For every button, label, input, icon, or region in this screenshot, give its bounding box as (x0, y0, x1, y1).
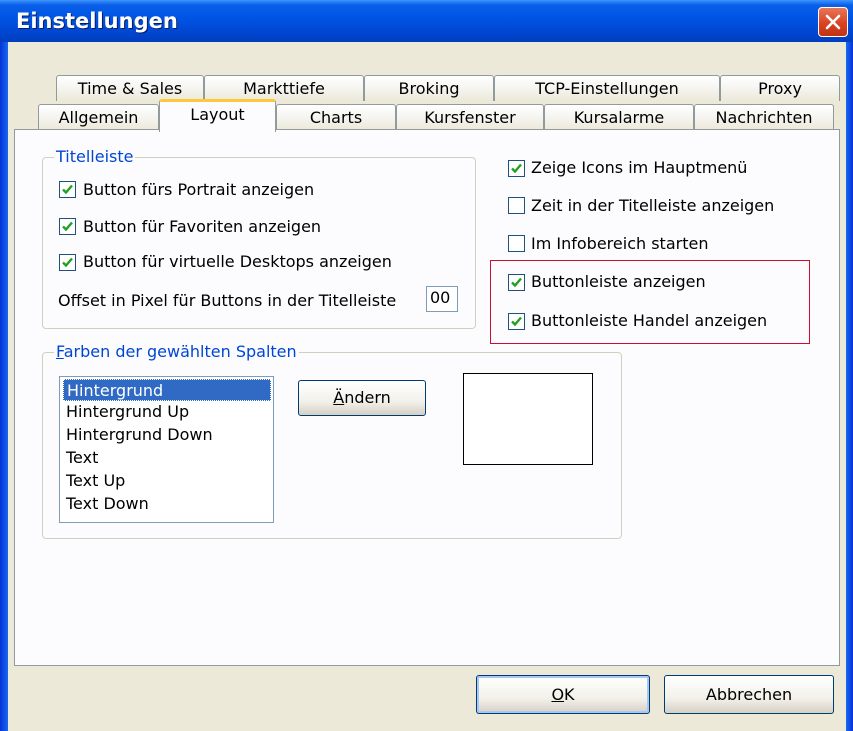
tab-kursalarme[interactable]: Kursalarme (544, 104, 694, 130)
tab-label: Time & Sales (77, 79, 183, 98)
icons-hauptmenu-checkbox[interactable] (508, 160, 525, 177)
tab-kursfenster[interactable]: Kursfenster (396, 104, 544, 130)
tab-label: Layout (190, 105, 245, 124)
titelleiste-group-label: Titelleiste (54, 147, 136, 166)
desktops-button-checkbox[interactable] (59, 254, 76, 271)
tab-label: Proxy (758, 79, 802, 98)
farben-label-accelerator: F (56, 342, 64, 361)
list-item[interactable]: Hintergrund Up (63, 401, 271, 423)
close-button[interactable] (818, 7, 848, 37)
window-frame-left (0, 42, 8, 731)
icons-hauptmenu-label[interactable]: Zeige Icons im Hauptmenü (531, 158, 747, 177)
tab-label: Kursfenster (424, 108, 516, 127)
portrait-button-label[interactable]: Button fürs Portrait anzeigen (83, 180, 314, 199)
settings-window: Einstellungen Time & Sales Markttiefe Br… (0, 0, 853, 731)
tab-label: Nachrichten (715, 108, 813, 127)
tab-label: Markttiefe (243, 79, 325, 98)
tab-nachrichten[interactable]: Nachrichten (694, 104, 834, 130)
farben-listbox[interactable]: Hintergrund Hintergrund Up Hintergrund D… (59, 376, 274, 523)
offset-label: Offset in Pixel für Buttons in der Titel… (58, 291, 397, 310)
buttonleiste-label[interactable]: Buttonleiste anzeigen (531, 272, 706, 291)
tab-allgemein[interactable]: Allgemein (38, 104, 159, 130)
tab-label: TCP-Einstellungen (535, 79, 679, 98)
window-frame-right (846, 42, 853, 731)
ok-button[interactable]: OK (476, 675, 650, 714)
list-item[interactable]: Text Down (63, 493, 271, 515)
window-title: Einstellungen (16, 9, 178, 33)
favoriten-button-label[interactable]: Button für Favoriten anzeigen (83, 217, 321, 236)
ok-label-rest: K (564, 685, 575, 704)
tab-label: Kursalarme (573, 108, 665, 127)
portrait-button-checkbox[interactable] (59, 181, 76, 198)
color-preview-swatch (463, 373, 593, 465)
infobereich-checkbox[interactable] (508, 235, 525, 252)
tab-proxy[interactable]: Proxy (720, 75, 840, 101)
aendern-accelerator: Ä (333, 388, 345, 407)
favoriten-button-checkbox[interactable] (59, 218, 76, 235)
zeit-titelleiste-checkbox[interactable] (508, 197, 525, 214)
title-bar[interactable]: Einstellungen (0, 0, 853, 42)
infobereich-label[interactable]: Im Infobereich starten (531, 234, 708, 253)
farben-group-label: Farben der gewählten Spalten (54, 342, 299, 361)
zeit-titelleiste-label[interactable]: Zeit in der Titelleiste anzeigen (531, 196, 774, 215)
desktops-button-label[interactable]: Button für virtuelle Desktops anzeigen (83, 252, 392, 271)
offset-input[interactable]: 00 (426, 286, 458, 312)
tab-tcp-einstellungen[interactable]: TCP-Einstellungen (494, 75, 720, 101)
buttonleiste-handel-checkbox[interactable] (508, 313, 525, 330)
tab-charts[interactable]: Charts (276, 104, 396, 130)
aendern-label-rest: ndern (344, 388, 391, 407)
buttonleiste-checkbox[interactable] (508, 274, 525, 291)
abbrechen-button[interactable]: Abbrechen (664, 675, 834, 714)
tab-time-sales[interactable]: Time & Sales (56, 75, 204, 101)
list-item[interactable]: Hintergrund Down (63, 424, 271, 446)
buttonleiste-handel-label[interactable]: Buttonleiste Handel anzeigen (531, 311, 767, 330)
tab-label: Allgemein (58, 108, 139, 127)
list-item[interactable]: Hintergrund (63, 379, 271, 401)
aendern-button[interactable]: Ändern (298, 380, 426, 416)
tab-broking[interactable]: Broking (364, 75, 494, 101)
tab-label: Charts (309, 108, 363, 127)
ok-accelerator: O (551, 685, 565, 704)
tab-label: Broking (398, 79, 460, 98)
list-item[interactable]: Text Up (63, 470, 271, 492)
list-item[interactable]: Text (63, 447, 271, 469)
tab-markttiefe[interactable]: Markttiefe (204, 75, 364, 101)
tab-layout[interactable]: Layout (159, 99, 276, 132)
farben-label-rest: arben der gewählten Spalten (63, 342, 297, 361)
